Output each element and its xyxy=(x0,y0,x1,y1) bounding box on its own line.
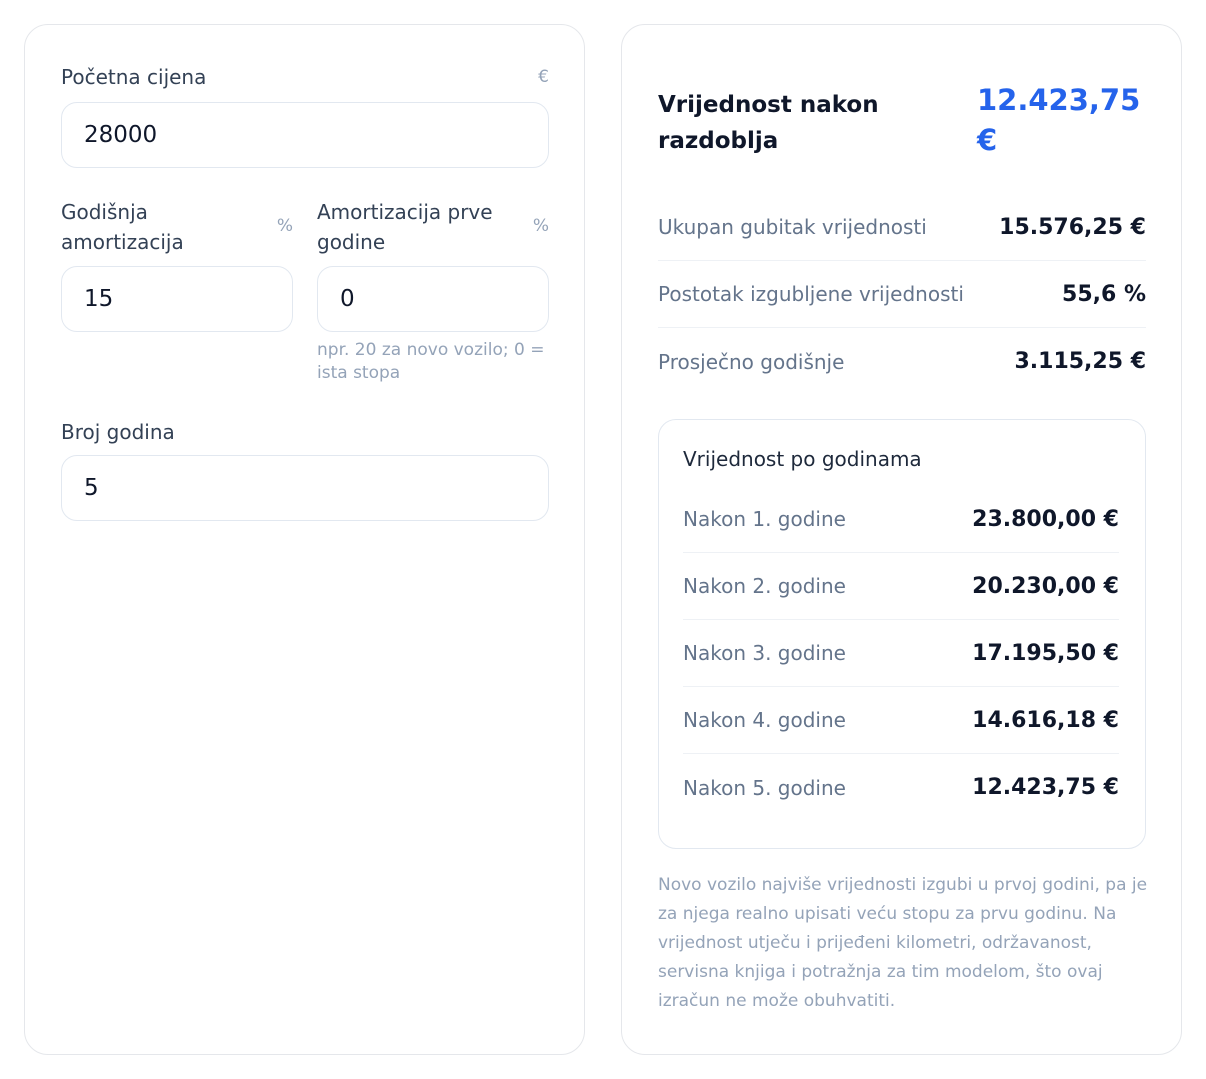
years-label: Broj godina xyxy=(61,420,175,444)
stat-value: 15.576,25 € xyxy=(999,214,1146,240)
first-year-rate-input[interactable]: 0 xyxy=(317,266,549,332)
first-year-rate-label: Amortizacija prve godine xyxy=(317,200,493,254)
year-row: Nakon 2. godine 20.230,00 € xyxy=(683,553,1119,620)
value-by-year-title: Vrijednost po godinama xyxy=(683,447,922,471)
percent-unit: % xyxy=(276,216,293,236)
year-label: Nakon 1. godine xyxy=(683,507,846,531)
years-label-row: Broj godina xyxy=(61,417,549,447)
start-price-label-row: Početna cijena € xyxy=(61,62,549,92)
year-row: Nakon 5. godine 12.423,75 € xyxy=(683,754,1119,821)
year-value: 17.195,50 € xyxy=(972,640,1119,666)
percent-unit: % xyxy=(532,216,549,236)
year-row: Nakon 4. godine 14.616,18 € xyxy=(683,687,1119,754)
first-year-rate-hint: npr. 20 za novo vozilo; 0 = ista stopa xyxy=(317,340,545,383)
result-value: 12.423,75 € xyxy=(977,83,1141,157)
stat-label: Ukupan gubitak vrijednosti xyxy=(658,215,927,239)
year-label: Nakon 5. godine xyxy=(683,775,846,800)
year-value: 14.616,18 € xyxy=(972,707,1119,733)
years-input[interactable]: 5 xyxy=(61,455,549,521)
year-row: Nakon 3. godine 17.195,50 € xyxy=(683,620,1119,687)
value-by-year-box: Vrijednost po godinama Nakon 1. godine 2… xyxy=(658,419,1146,849)
stat-value: 55,6 % xyxy=(1062,281,1146,307)
year-label: Nakon 2. godine xyxy=(683,574,846,598)
annual-rate-label: Godišnja amortizacija xyxy=(61,200,184,254)
stat-label: Postotak izgubljene vrijednosti xyxy=(658,282,964,306)
stat-row-total-loss: Ukupan gubitak vrijednosti 15.576,25 € xyxy=(658,194,1146,261)
start-price-input[interactable]: 28000 xyxy=(61,102,549,168)
euro-unit: € xyxy=(538,67,549,87)
stat-row-loss-percent: Postotak izgubljene vrijednosti 55,6 % xyxy=(658,261,1146,328)
year-label: Nakon 4. godine xyxy=(683,708,846,732)
annual-rate-label-row: Godišnja amortizacija % xyxy=(61,197,293,257)
result-label: Vrijednost nakon razdoblja xyxy=(658,92,879,154)
first-year-rate-label-row: Amortizacija prve godine % xyxy=(317,197,549,257)
stat-row-annual-average: Prosječno godišnje 3.115,25 € xyxy=(658,328,1146,395)
year-label: Nakon 3. godine xyxy=(683,641,846,665)
input-panel: Početna cijena € 28000 Godišnja amortiza… xyxy=(24,24,585,1055)
result-panel: Vrijednost nakon razdoblja 12.423,75 € U… xyxy=(621,24,1182,1055)
year-value: 12.423,75 € xyxy=(972,775,1119,800)
stat-value: 3.115,25 € xyxy=(1014,349,1146,374)
stat-label: Prosječno godišnje xyxy=(658,349,845,374)
year-value: 20.230,00 € xyxy=(972,573,1119,599)
year-row: Nakon 1. godine 23.800,00 € xyxy=(683,486,1119,553)
year-value: 23.800,00 € xyxy=(972,506,1119,532)
disclaimer-note: Novo vozilo najviše vrijednosti izgubi u… xyxy=(658,875,1148,1011)
annual-rate-input[interactable]: 15 xyxy=(61,266,293,332)
start-price-label: Početna cijena xyxy=(61,65,207,89)
